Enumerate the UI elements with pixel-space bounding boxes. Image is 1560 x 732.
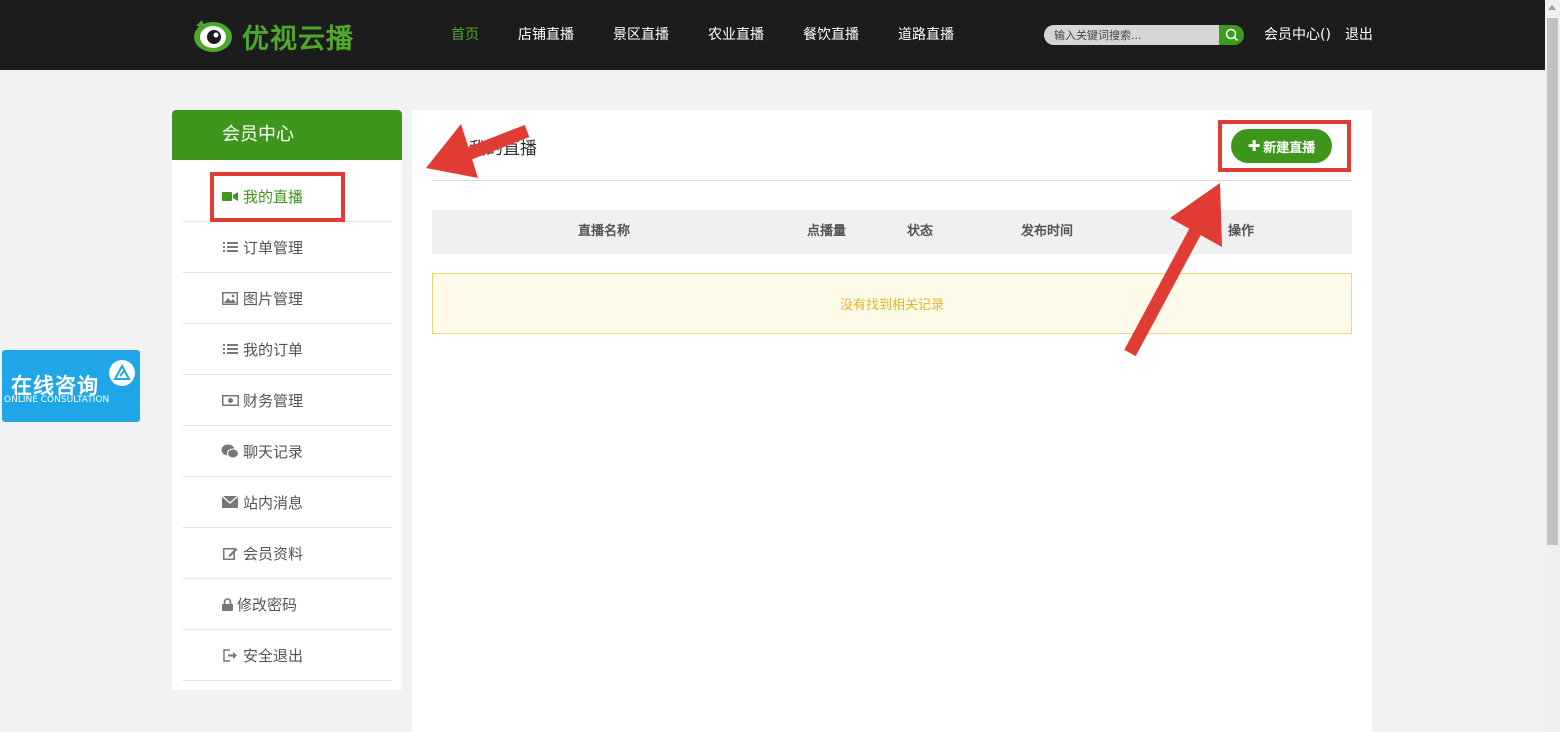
column-header-actions: 操作 (1228, 224, 1255, 239)
eye-logo-icon (194, 20, 232, 52)
logo-text: 优视云播 (242, 23, 354, 55)
column-header-live-name: 直播名称 (578, 224, 631, 239)
online-consultation-widget[interactable]: 在线咨询 ONLINE CONSULTATION (2, 350, 140, 422)
list-icon (221, 240, 239, 254)
sidebar-item-my-orders[interactable]: 我的订单 (183, 324, 392, 375)
user-links: 会员中心() 退出 (1264, 24, 1387, 46)
sign-out-icon (221, 648, 239, 662)
video-camera-icon (221, 189, 239, 203)
consult-subtitle: ONLINE CONSULTATION (4, 395, 110, 405)
sidebar-item-label: 图片管理 (243, 289, 304, 308)
scroll-up-arrow-icon[interactable] (1548, 5, 1556, 10)
sidebar-item-finance[interactable]: 财务管理 (183, 375, 392, 426)
search-icon (1225, 28, 1238, 42)
sidebar-item-member-profile[interactable]: 会员资料 (183, 528, 392, 579)
list-icon (221, 342, 239, 356)
nav-food-live[interactable]: 餐饮直播 (803, 24, 859, 46)
sidebar-item-label: 我的订单 (243, 340, 304, 359)
sidebar-title: 会员中心 (172, 110, 402, 160)
sidebar-item-inbox[interactable]: 站内消息 (183, 477, 392, 528)
scrollbar-thumb[interactable] (1547, 18, 1558, 545)
search-box (1044, 25, 1244, 45)
sidebar-item-label: 会员资料 (243, 544, 304, 563)
sidebar-item-label: 订单管理 (243, 238, 304, 257)
wechat-icon (221, 444, 239, 458)
sidebar-item-secure-logout[interactable]: 安全退出 (183, 630, 392, 681)
member-sidebar: 会员中心 我的直播 订单管理 图片管理 我的订单 财务管理 聊天记录 站内消息 … (172, 110, 402, 690)
site-logo[interactable]: 优视云播 (192, 16, 354, 56)
sidebar-item-my-live[interactable]: 我的直播 (183, 171, 392, 222)
page-scrollbar[interactable] (1545, 0, 1560, 732)
sidebar-item-label: 修改密码 (237, 595, 298, 614)
new-live-button-label: 新建直播 (1263, 140, 1316, 156)
top-navbar: 优视云播 首页 店铺直播 景区直播 农业直播 餐饮直播 道路直播 会员中心() … (0, 0, 1545, 70)
plus-icon: ✚ (1247, 137, 1261, 155)
nav-home[interactable]: 首页 (451, 24, 479, 46)
column-header-status: 状态 (907, 224, 934, 239)
search-button[interactable] (1219, 25, 1244, 45)
nav-shop-live[interactable]: 店铺直播 (518, 24, 574, 46)
column-header-publish-time: 发布时间 (1021, 224, 1074, 239)
logout-link[interactable]: 退出 (1345, 24, 1373, 46)
sidebar-item-change-password[interactable]: 修改密码 (183, 579, 392, 630)
nav-scenic-live[interactable]: 景区直播 (613, 24, 669, 46)
new-live-button[interactable]: ✚ 新建直播 (1231, 129, 1332, 163)
sidebar-item-chat-history[interactable]: 聊天记录 (183, 426, 392, 477)
money-icon (221, 393, 239, 407)
sidebar-item-order-management[interactable]: 订单管理 (183, 222, 392, 273)
table-header: 直播名称 点播量 状态 发布时间 操作 (432, 210, 1352, 254)
title-divider (432, 180, 1352, 181)
page-title: 我的直播 (469, 139, 537, 159)
sidebar-item-label: 我的直播 (243, 187, 304, 206)
sidebar-item-label: 聊天记录 (243, 442, 304, 461)
member-center-link[interactable]: 会员中心() (1264, 24, 1331, 46)
image-icon (221, 291, 239, 305)
empty-state-message: 没有找到相关记录 (432, 273, 1352, 334)
sidebar-item-label: 站内消息 (243, 493, 304, 512)
column-header-views: 点播量 (807, 224, 847, 239)
nav-road-live[interactable]: 道路直播 (898, 24, 954, 46)
chat-bubble-icon (109, 360, 135, 386)
sidebar-item-image-management[interactable]: 图片管理 (183, 273, 392, 324)
sidebar-item-label: 安全退出 (243, 646, 304, 665)
search-input[interactable] (1044, 25, 1219, 45)
sidebar-item-label: 财务管理 (243, 391, 304, 410)
main-panel: 我的直播 ✚ 新建直播 直播名称 点播量 状态 发布时间 操作 没有找到相关记录 (412, 110, 1372, 732)
nav-agri-live[interactable]: 农业直播 (708, 24, 764, 46)
edit-icon (221, 546, 239, 560)
envelope-icon (221, 495, 239, 509)
lock-icon (221, 597, 233, 611)
main-nav: 首页 店铺直播 景区直播 农业直播 餐饮直播 道路直播 (451, 24, 993, 46)
